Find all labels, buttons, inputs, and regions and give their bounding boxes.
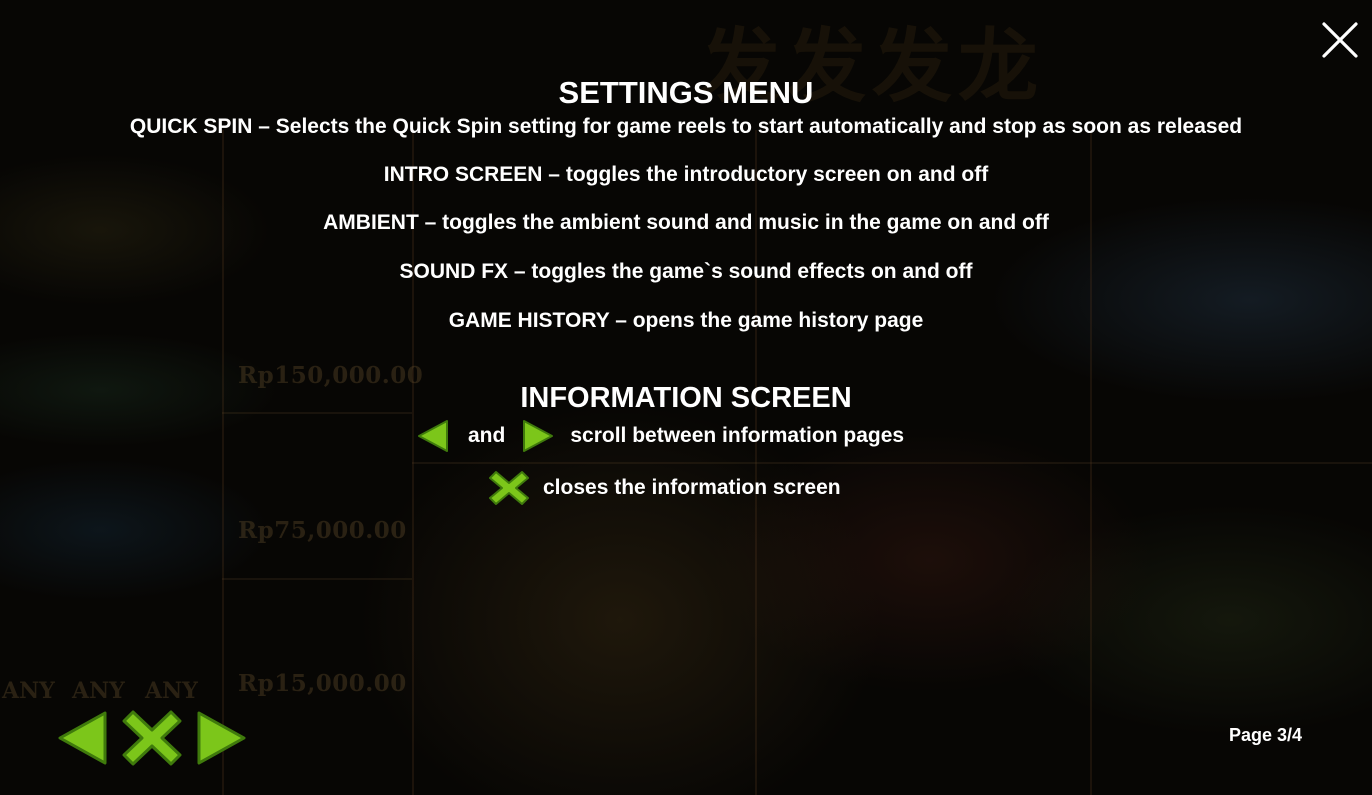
close-info-row: closes the information screen [488,469,841,507]
arrow-left-icon [58,711,107,765]
and-text: and [468,424,506,447]
prev-page-button[interactable] [56,710,108,766]
background-any-label: ANY [72,678,125,704]
paytable-overlay: 发发发龙 Rp150,000.00 Rp75,000.00 Rp15,000.0… [0,0,1372,795]
ambient-description: AMBIENT – toggles the ambient sound and … [323,211,1049,234]
information-heading: INFORMATION SCREEN [520,382,852,414]
intro-screen-description: INTRO SCREEN – toggles the introductory … [383,163,989,186]
close-button[interactable] [1318,18,1362,62]
arrow-right-icon [197,711,246,765]
close-text: closes the information screen [543,476,841,499]
reel-divider [222,578,412,580]
background-prize: Rp75,000.00 [238,517,407,544]
game-history-description: GAME HISTORY – opens the game history pa… [448,309,924,332]
scroll-text: scroll between information pages [570,424,905,447]
exit-paytable-button[interactable] [121,708,183,768]
arrow-right-icon [523,420,554,452]
close-icon [1322,22,1358,58]
next-page-button[interactable] [196,710,248,766]
quick-spin-description: QUICK SPIN – Selects the Quick Spin sett… [129,115,1243,138]
background-any-label: ANY [145,678,198,704]
sound-fx-description: SOUND FX – toggles the game`s sound effe… [399,260,973,283]
x-icon [122,710,182,766]
x-icon [489,471,529,505]
page-indicator: Page 3/4 [1229,725,1303,745]
background-prize: Rp15,000.00 [238,670,407,697]
scroll-info-row: and scroll between information pages [415,418,904,454]
background-any-label: ANY [2,678,55,704]
arrow-left-icon [418,420,448,452]
reel-divider [412,462,1372,464]
settings-heading: SETTINGS MENU [558,75,814,110]
